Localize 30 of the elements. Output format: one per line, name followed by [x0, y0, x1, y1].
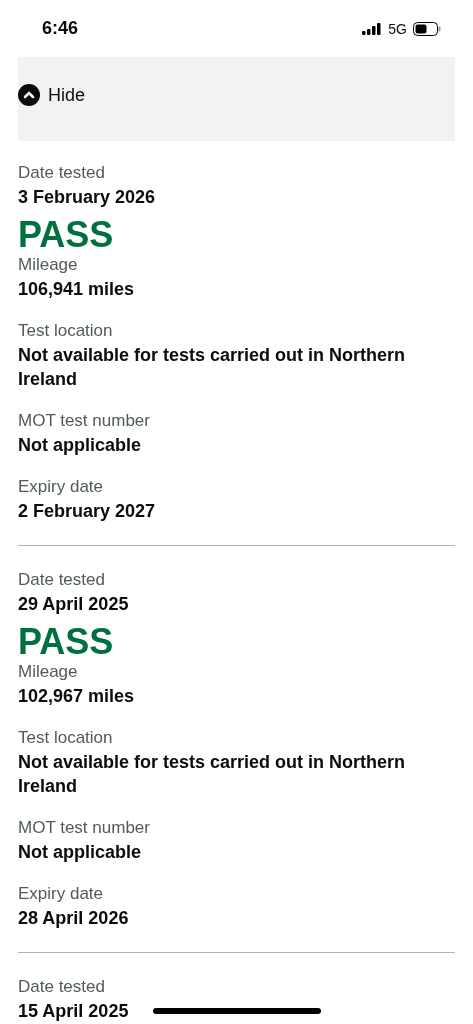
field-label: Date tested	[18, 162, 106, 184]
field-label: Mileage	[18, 661, 79, 683]
test-result: PASS	[18, 213, 115, 257]
field-value: Not applicable	[18, 841, 142, 864]
field-label: Date tested	[18, 569, 106, 591]
chevron-up-icon	[18, 84, 40, 106]
field-value: Not available for tests carried out in Northern Ireland	[18, 344, 407, 391]
network-label: 5G	[388, 20, 407, 37]
field-value: 2 February 2027	[18, 500, 156, 523]
status-time: 6:46	[42, 18, 79, 39]
field-label: Expiry date	[18, 476, 105, 498]
signal-icon	[362, 22, 383, 35]
test-result: PASS	[18, 620, 115, 664]
hide-toggle[interactable]: Hide	[18, 84, 86, 106]
field-label: Date tested	[18, 976, 106, 998]
field-label: Mileage	[18, 254, 79, 276]
field-label: MOT test number	[18, 410, 151, 432]
field-value: 28 April 2026	[18, 907, 129, 930]
field-value: 3 February 2026	[18, 186, 156, 209]
field-label: Test location	[18, 320, 114, 342]
field-value: Not applicable	[18, 434, 142, 457]
field-label: Expiry date	[18, 883, 105, 905]
field-value: 29 April 2025	[18, 593, 129, 616]
field-value: 106,941 miles	[18, 278, 135, 301]
field-value: 15 April 2025	[18, 1000, 129, 1023]
field-label: Test location	[18, 727, 114, 749]
field-value: 102,967 miles	[18, 685, 135, 708]
battery-icon	[413, 21, 441, 36]
field-label: MOT test number	[18, 817, 151, 839]
field-value: Not available for tests carried out in Northern Ireland	[18, 751, 407, 798]
